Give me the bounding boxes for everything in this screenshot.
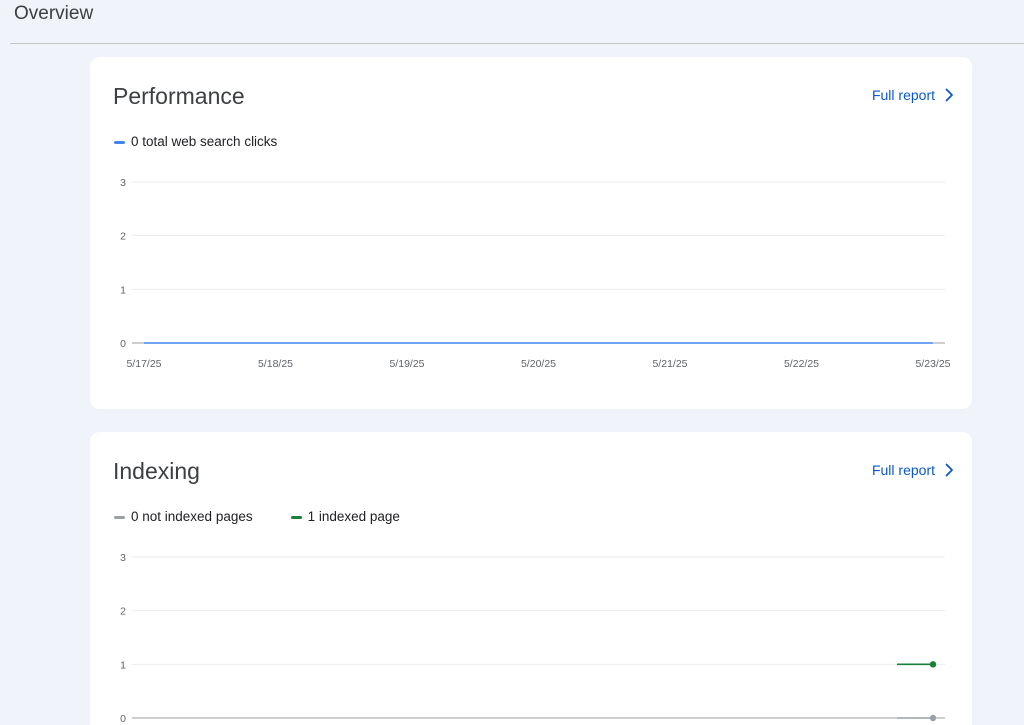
performance-chart: 0 1 2 3 5/17/25 5/18/25 5/19/25 5/20/25 5/21/25 5… <box>120 177 951 370</box>
series-end-point <box>929 714 937 722</box>
x-tick-label: 5/19/25 <box>389 358 424 370</box>
indexing-card: Indexing Full report 0 not indexed pages… <box>90 432 972 725</box>
y-tick-label: 1 <box>120 284 126 296</box>
y-tick-label: 3 <box>120 552 126 564</box>
indexing-chart: 0 1 2 3 <box>120 552 945 725</box>
y-tick-label: 0 <box>120 713 126 725</box>
x-tick-label: 5/20/25 <box>521 358 556 370</box>
header-divider <box>10 43 1024 44</box>
x-tick-label: 5/17/25 <box>126 358 161 370</box>
performance-card: Performance Full report 0 total web sear… <box>90 57 972 409</box>
x-tick-label: 5/22/25 <box>784 358 819 370</box>
x-tick-label: 5/21/25 <box>652 358 687 370</box>
x-tick-label: 5/23/25 <box>915 358 950 370</box>
page-header: Overview <box>0 0 1024 44</box>
y-tick-label: 2 <box>120 231 126 243</box>
y-tick-label: 1 <box>120 659 126 671</box>
page-title: Overview <box>14 3 94 24</box>
overview-page: Overview Performance Full report 0 total… <box>0 0 1024 725</box>
y-tick-label: 0 <box>120 338 126 350</box>
y-tick-label: 2 <box>120 606 126 618</box>
x-tick-label: 5/18/25 <box>258 358 293 370</box>
series-end-point <box>929 661 937 668</box>
y-tick-label: 3 <box>120 177 126 189</box>
